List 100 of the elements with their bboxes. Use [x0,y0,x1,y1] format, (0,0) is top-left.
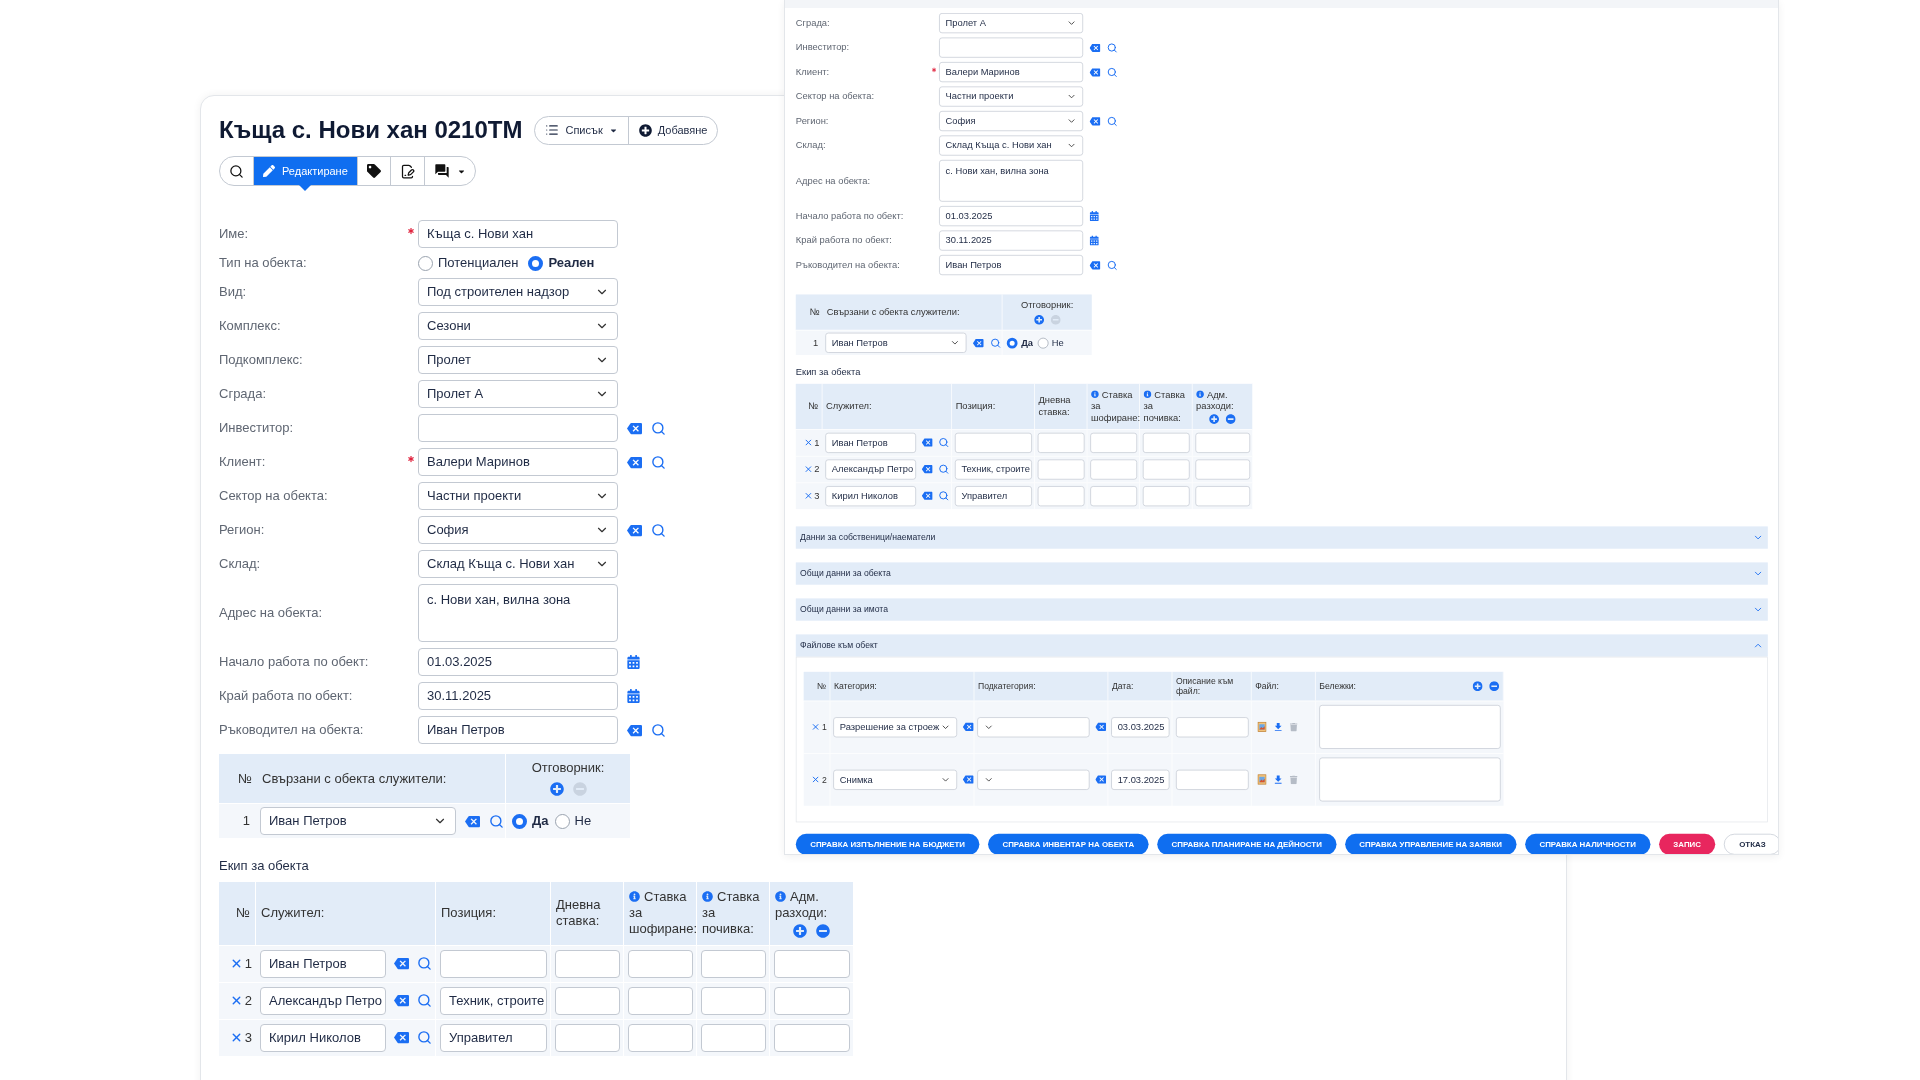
input-field[interactable] [1142,459,1190,480]
backspace-icon[interactable] [1089,42,1101,53]
accordion-header[interactable]: Данни за собственици/наематели [795,526,1768,549]
add-button[interactable]: Добавяне [627,116,718,144]
info-icon[interactable] [1091,390,1099,399]
radio-button[interactable] [528,255,544,271]
backspace-icon[interactable] [921,490,933,502]
input-field[interactable] [1142,432,1190,453]
calendar-icon[interactable] [1089,211,1099,222]
textarea-field[interactable]: с. Нови хан, вилна зона [418,584,618,642]
select-field[interactable]: Пролет [418,346,618,374]
input-field[interactable] [1090,432,1138,453]
text-field[interactable]: Къща с. Нови хан [418,220,618,248]
date-field[interactable]: 03.03.2025 [1111,716,1170,737]
input-field[interactable] [628,949,693,978]
backspace-icon[interactable] [1089,259,1101,271]
image-file-icon[interactable] [1257,774,1267,785]
info-icon[interactable] [1196,389,1205,398]
select-field[interactable] [977,769,1090,790]
input-field[interactable]: Иван Петров [260,949,386,978]
download-icon[interactable] [1272,773,1284,786]
add-icon[interactable] [549,781,564,796]
info-icon[interactable] [702,891,713,902]
backspace-icon[interactable] [962,721,974,733]
input-field[interactable]: Управител [440,1023,547,1052]
backspace-icon[interactable] [1095,721,1107,733]
radio-option[interactable]: Да [512,811,549,831]
backspace-icon[interactable] [394,956,409,971]
date-field[interactable]: 30.11.2025 [939,230,1084,251]
input-field[interactable] [1090,459,1138,480]
search-icon[interactable] [417,956,432,971]
radio-button[interactable] [418,255,433,271]
input-field[interactable] [1142,485,1190,506]
backspace-icon[interactable] [627,454,642,470]
backspace-icon[interactable] [394,993,409,1008]
date-field[interactable]: 01.03.2025 [939,206,1084,227]
backspace-icon[interactable] [627,522,642,538]
select-field[interactable]: Сезони [418,312,618,340]
lookup-field[interactable]: Валери Маринов [418,448,618,476]
input-field[interactable] [440,949,547,978]
input-field[interactable] [954,432,1032,453]
accordion-header[interactable]: Файлове към обект [795,634,1768,657]
select-field[interactable]: Склад Къща с. Нови хан [418,550,618,578]
backspace-icon[interactable] [921,437,933,448]
remove-icon[interactable] [1489,680,1500,691]
info-icon[interactable] [629,891,640,902]
backspace-icon[interactable] [1089,115,1101,127]
edit-tab[interactable]: Редактиране [253,157,357,185]
input-field[interactable]: Иван Петров [825,432,917,453]
accordion-header[interactable]: Общи данни за имота [795,598,1768,621]
select-field[interactable]: Под строителен надзор [418,278,618,306]
lookup-field[interactable]: Иван Петров [418,716,618,744]
input-field[interactable] [774,986,850,1015]
download-icon[interactable] [1272,721,1284,733]
select-field[interactable]: Иван Петров [825,332,967,353]
radio-button[interactable] [1037,337,1049,349]
input-field[interactable]: Александър Петро [825,459,917,480]
search-icon[interactable] [489,813,504,829]
input-field[interactable] [1195,432,1251,453]
input-field[interactable] [628,1023,693,1052]
search-icon[interactable] [417,993,432,1008]
select-field[interactable] [977,716,1090,737]
select-field[interactable]: Частни проекти [939,86,1084,107]
radio-option[interactable]: Потенциален [418,253,519,273]
search-icon[interactable] [651,420,666,436]
input-field[interactable] [1195,485,1251,506]
select-field[interactable]: Частни проекти [418,482,618,510]
search-icon[interactable] [651,522,666,538]
backspace-icon[interactable] [1095,774,1107,785]
add-icon[interactable] [1033,314,1044,325]
backspace-icon[interactable] [1089,66,1101,78]
notes-field[interactable] [1319,757,1501,802]
radio-option[interactable]: Не [554,811,592,831]
date-field[interactable]: 17.03.2025 [1111,769,1170,790]
radio-option[interactable]: Реален [528,253,595,273]
lookup-field[interactable] [418,414,618,442]
search-icon[interactable] [651,454,666,470]
image-file-icon[interactable] [1257,721,1267,733]
input-field[interactable] [628,986,693,1015]
input-field[interactable] [555,1023,620,1052]
input-field[interactable] [701,986,766,1015]
select-field[interactable]: Разрешение за строеж [833,716,958,737]
add-icon[interactable] [1209,413,1220,424]
backspace-icon[interactable] [972,337,984,349]
accordion-header[interactable]: Общи данни за обекта [795,562,1768,585]
input-field[interactable]: Техник, строите [954,459,1032,480]
radio-button[interactable] [512,813,527,829]
input-field[interactable] [774,1023,850,1052]
input-field[interactable]: Кирил Николов [260,1023,386,1052]
add-icon[interactable] [1472,680,1483,691]
input-field[interactable]: Александър Петро [260,986,386,1015]
lookup-field[interactable]: Иван Петров [939,254,1084,276]
select-field[interactable]: Снимка [833,769,958,790]
select-field[interactable]: София [418,516,618,544]
input-field[interactable] [1195,459,1251,480]
input-field[interactable]: Управител [954,485,1032,506]
calendar-icon[interactable] [1089,235,1099,246]
input-field[interactable] [774,949,850,978]
info-icon[interactable] [775,890,786,902]
input-field[interactable] [701,1023,766,1052]
